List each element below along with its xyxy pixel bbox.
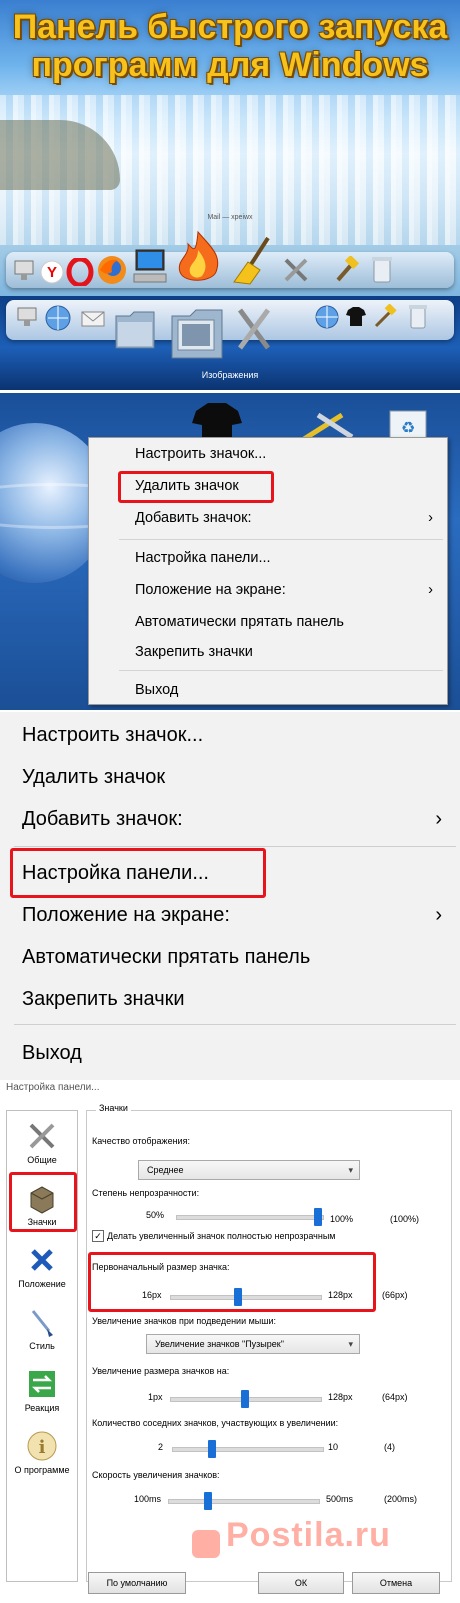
- globe-icon[interactable]: [44, 304, 72, 332]
- grow-min: 1px: [148, 1392, 163, 1402]
- brush-icon: [25, 1305, 59, 1339]
- neighbors-label: Количество соседних значков, участвующих…: [92, 1418, 339, 1428]
- group-title: Значки: [96, 1103, 131, 1113]
- sidebar-item-about[interactable]: i О программе: [7, 1429, 77, 1475]
- chevron-down-icon: ▾: [348, 1165, 353, 1175]
- hover-select-value: Увеличение значков "Пузырек": [155, 1339, 284, 1349]
- firefox-icon[interactable]: [96, 254, 128, 286]
- sidebar-item-general[interactable]: Общие: [7, 1119, 77, 1165]
- highlight-delete-icon: [118, 471, 274, 503]
- tools-icon[interactable]: [282, 256, 310, 284]
- opaque-checkbox[interactable]: ✓: [92, 1230, 104, 1242]
- sidebar-item-position[interactable]: Положение: [7, 1243, 77, 1289]
- highlight-initial-size: [88, 1252, 376, 1312]
- arrows-icon: [25, 1367, 59, 1401]
- menu-separator: [119, 670, 443, 671]
- svg-text:i: i: [39, 1437, 46, 1458]
- watermark-logo-icon: [192, 1530, 220, 1558]
- menu-separator: [14, 846, 456, 847]
- banner-title: Панель быстрого запуска программ для Win…: [0, 8, 460, 84]
- svg-text:♻: ♻: [401, 418, 415, 437]
- speed-value: (200ms): [384, 1494, 418, 1504]
- trash-icon[interactable]: [368, 254, 396, 284]
- opacity-min: 50%: [146, 1210, 165, 1220]
- quality-select-value: Среднее: [147, 1165, 184, 1175]
- sidebar-item-style[interactable]: Стиль: [7, 1305, 77, 1351]
- default-button[interactable]: По умолчанию: [88, 1572, 186, 1594]
- banner-title-line2: программ для Windows: [31, 46, 429, 84]
- speed-min: 100ms: [134, 1494, 162, 1504]
- computer-icon[interactable]: [130, 246, 170, 286]
- grow-slider[interactable]: [241, 1390, 249, 1408]
- opacity-label: Степень непрозрачности:: [92, 1188, 200, 1198]
- tshirt-icon-3: [190, 401, 244, 437]
- mail-icon[interactable]: [80, 306, 106, 332]
- svg-text:Y: Y: [47, 264, 57, 281]
- watermark: Postila.ru: [226, 1516, 391, 1554]
- folder-icon[interactable]: [112, 298, 158, 354]
- context-menu-large: Настроить значок... Удалить значок Добав…: [0, 712, 460, 1082]
- quality-select[interactable]: Среднее ▾: [138, 1160, 360, 1180]
- banner-title-line1: Панель быстрого запуска: [12, 8, 448, 46]
- broom-icon[interactable]: [228, 236, 276, 286]
- dock-screenshot-2: Изображения: [0, 296, 460, 390]
- menu-separator: [14, 1024, 456, 1025]
- yandex-icon[interactable]: Y: [40, 260, 64, 284]
- chevron-right-icon: ›: [428, 582, 433, 598]
- grow-max: 128px: [328, 1392, 353, 1402]
- speed-label: Скорость увеличения значков:: [92, 1470, 220, 1480]
- banner-section: Панель быстрого запуска программ для Win…: [0, 0, 460, 296]
- dock-caption: Mail — xpeiwx: [207, 214, 253, 221]
- speed-slider[interactable]: [203, 1492, 212, 1510]
- opaque-checkbox-label: Делать увеличенный значок полностью непр…: [107, 1231, 336, 1241]
- chevron-right-icon: ›: [435, 904, 442, 926]
- chevron-right-icon: ›: [435, 808, 442, 830]
- size-value: (66px): [382, 1290, 408, 1300]
- monitor-icon[interactable]: [12, 258, 36, 284]
- tshirt-icon[interactable]: [344, 304, 368, 328]
- highlight-panel-settings: [10, 848, 266, 898]
- context-menu-screenshot: ♻ Настроить значок... Удалить значок Доб…: [0, 393, 460, 710]
- hammer-icon-2[interactable]: [372, 304, 398, 330]
- hover-select[interactable]: Увеличение значков "Пузырек" ▾: [146, 1334, 360, 1354]
- dock-label: Изображения: [201, 370, 259, 380]
- neighbors-track: [172, 1447, 324, 1452]
- tools-icon-2[interactable]: [236, 304, 272, 354]
- dialog-title: Настройка панели...: [6, 1082, 100, 1093]
- cancel-button[interactable]: Отмена: [352, 1572, 440, 1594]
- opacity-track: [176, 1215, 324, 1220]
- menu-separator: [119, 539, 443, 540]
- speed-track: [168, 1499, 320, 1504]
- neighbors-min: 2: [158, 1442, 164, 1452]
- opacity-max: 100%: [330, 1214, 354, 1224]
- move-icon: [25, 1243, 59, 1277]
- chevron-right-icon: ›: [428, 510, 433, 526]
- grow-value: (64px): [382, 1392, 408, 1402]
- grow-label: Увеличение размера значков на:: [92, 1366, 230, 1376]
- hover-label: Увеличение значков при подведении мыши:: [92, 1316, 277, 1326]
- monitor-icon-2[interactable]: [16, 304, 38, 330]
- opera-icon[interactable]: [66, 258, 94, 286]
- globe-icon-2[interactable]: [314, 304, 340, 330]
- opacity-slider[interactable]: [314, 1208, 322, 1226]
- flame-icon[interactable]: [172, 230, 224, 286]
- hammer-icon[interactable]: [332, 256, 360, 284]
- tools-icon: [25, 1119, 59, 1153]
- speed-max: 500ms: [326, 1494, 354, 1504]
- ok-button[interactable]: ОК: [258, 1572, 344, 1594]
- neighbors-max: 10: [328, 1442, 339, 1452]
- images-folder-icon[interactable]: [168, 296, 226, 362]
- sidebar-item-reaction[interactable]: Реакция: [7, 1367, 77, 1413]
- neighbors-value: (4): [384, 1442, 395, 1452]
- trash-icon-2[interactable]: [406, 302, 430, 330]
- chevron-down-icon: ▾: [348, 1339, 353, 1349]
- highlight-icons-tab: [9, 1172, 77, 1232]
- opacity-value: (100%): [390, 1214, 420, 1224]
- neighbors-slider[interactable]: [207, 1440, 216, 1458]
- quality-label: Качество отображения:: [92, 1136, 190, 1146]
- info-icon: i: [25, 1429, 59, 1463]
